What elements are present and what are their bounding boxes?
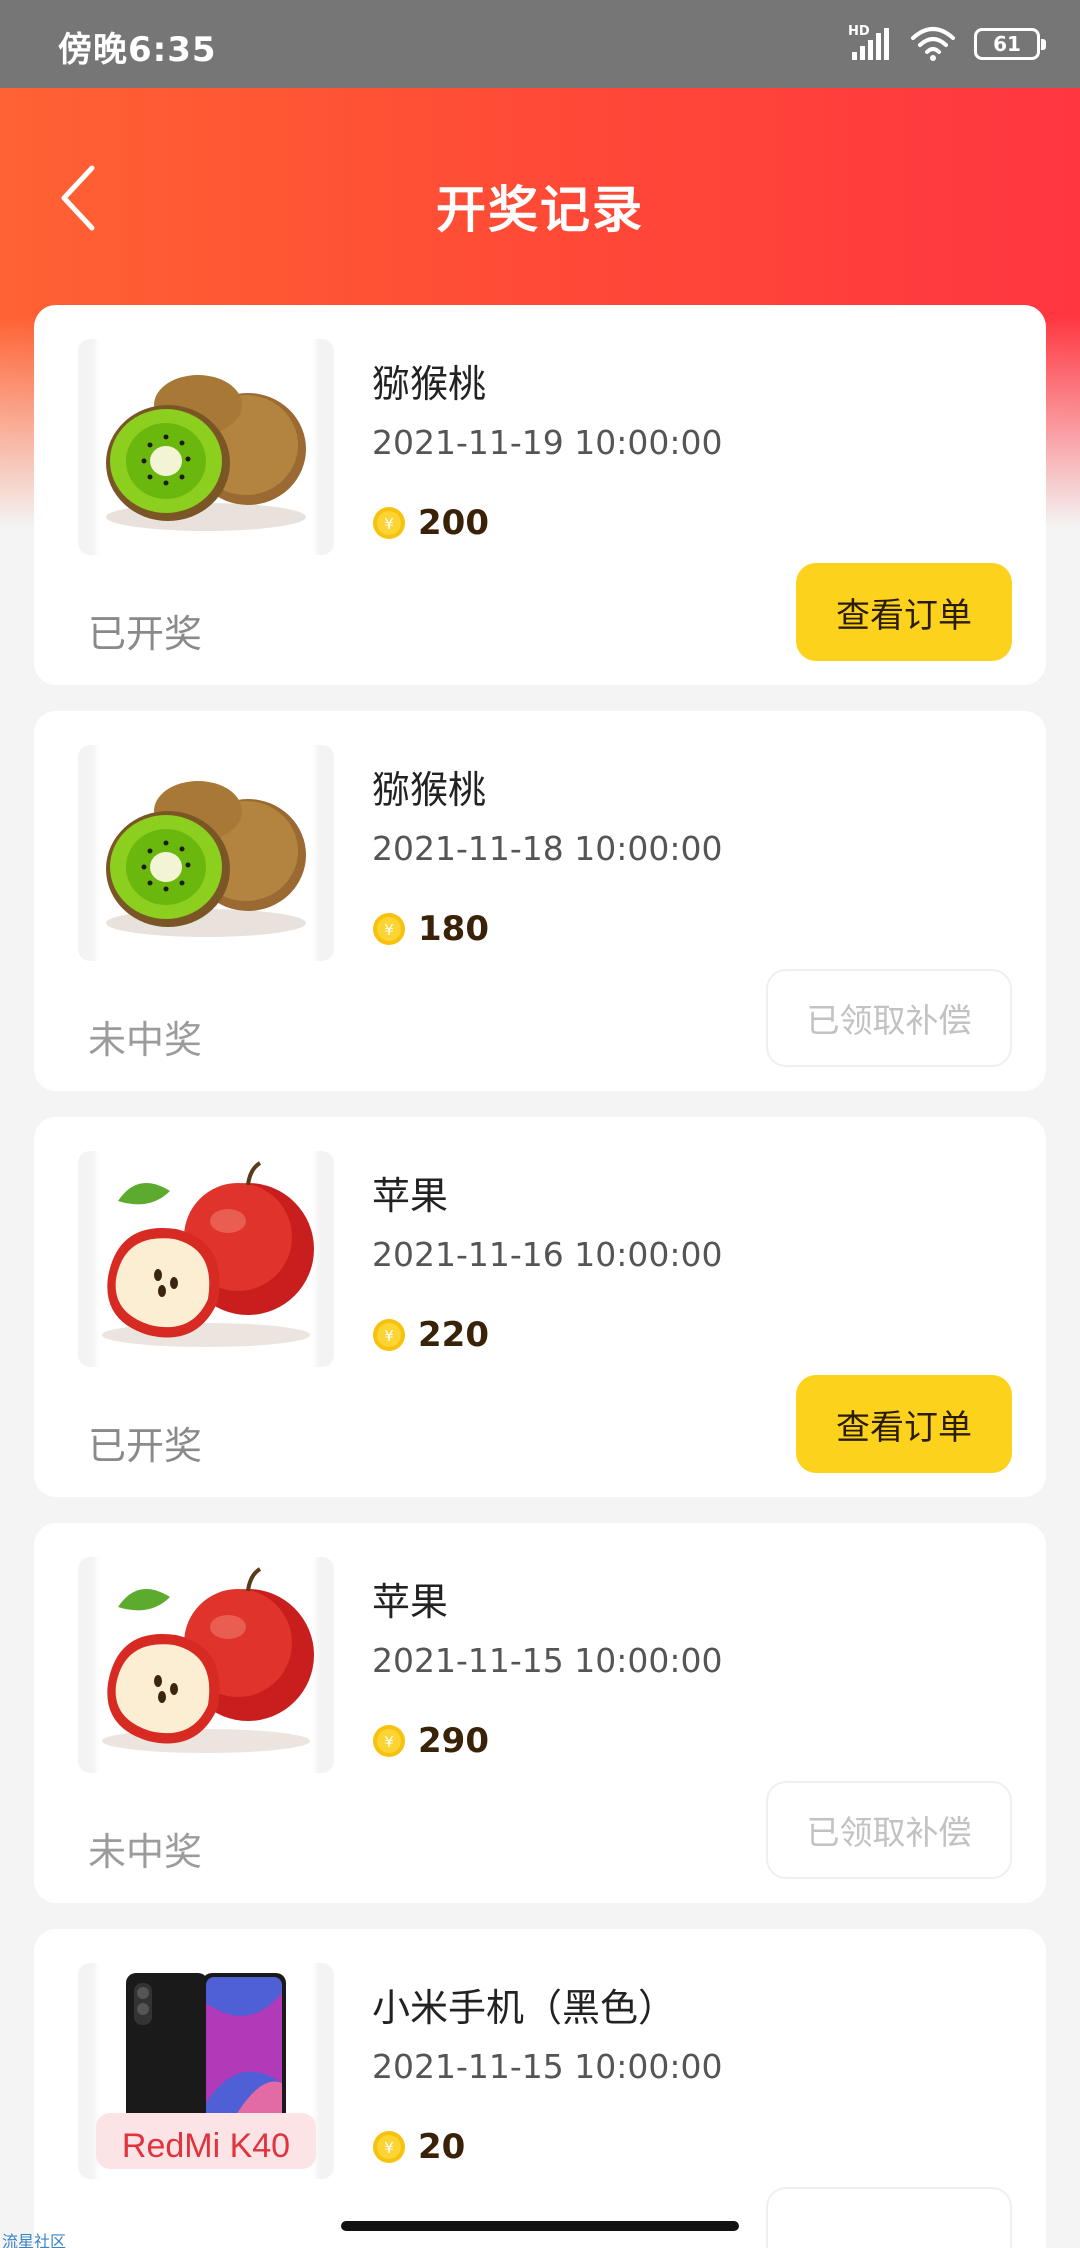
svg-text:¥: ¥ (384, 921, 394, 939)
product-name: 猕猴桃 (372, 768, 487, 812)
claimed-compensation-button[interactable]: 已领取补偿 (766, 1781, 1012, 1879)
home-indicator[interactable] (341, 2221, 739, 2231)
price-value: 220 (418, 1315, 489, 1355)
product-name: 猕猴桃 (372, 362, 487, 406)
draw-date: 2021-11-18 10:00:00 (372, 829, 723, 868)
wifi-icon (911, 27, 955, 61)
price: ¥ 20 (372, 2127, 465, 2167)
coin-icon: ¥ (373, 507, 405, 539)
view-order-button[interactable]: 查看订单 (796, 1375, 1012, 1473)
apple-image (78, 1557, 334, 1773)
price-value: 200 (418, 503, 489, 543)
draw-date: 2021-11-16 10:00:00 (372, 1235, 723, 1274)
price-value: 290 (418, 1721, 489, 1761)
record-card[interactable]: 苹果 2021-11-16 10:00:00 ¥ 220 已开奖 查看订单 (34, 1117, 1046, 1497)
status-time: 傍晚6:35 (58, 30, 217, 70)
record-card[interactable]: 猕猴桃 2021-11-19 10:00:00 ¥ 200 已开奖 查看订单 (34, 305, 1046, 685)
draw-date: 2021-11-15 10:00:00 (372, 2047, 723, 2086)
battery-level: 61 (993, 32, 1021, 56)
product-name: 小米手机（黑色） (372, 1986, 677, 2030)
price: ¥ 290 (372, 1721, 489, 1761)
coin-icon: ¥ (373, 1725, 405, 1757)
draw-status: 已开奖 (88, 1424, 203, 1468)
kiwi-image (78, 339, 334, 555)
product-name: 苹果 (372, 1580, 449, 1624)
svg-text:¥: ¥ (384, 1733, 394, 1751)
record-card[interactable]: 小米手机（黑色） 2021-11-15 10:00:00 ¥ 20 RedMi … (34, 1929, 1046, 2248)
coin-icon: ¥ (373, 913, 405, 945)
claimed-compensation-button[interactable]: 已领取补偿 (766, 969, 1012, 1067)
svg-text:¥: ¥ (384, 1327, 394, 1345)
product-name: 苹果 (372, 1174, 449, 1218)
svg-text:¥: ¥ (384, 2139, 394, 2157)
battery-icon: 61 (974, 28, 1046, 60)
record-card[interactable]: 猕猴桃 2021-11-18 10:00:00 ¥ 180 未中奖 已领取补偿 (34, 711, 1046, 1091)
page-title: 开奖记录 (436, 181, 644, 239)
action-button[interactable] (766, 2187, 1012, 2248)
price: ¥ 180 (372, 909, 489, 949)
draw-status: 未中奖 (88, 1830, 203, 1874)
status-icons: HD 61 (848, 24, 1046, 64)
network-label: HD (848, 24, 870, 39)
record-list: 猕猴桃 2021-11-19 10:00:00 ¥ 200 已开奖 查看订单 猕… (34, 305, 1046, 2248)
coin-icon: ¥ (373, 1319, 405, 1351)
watermark: 流星社区 (2, 2232, 67, 2248)
coin-icon: ¥ (373, 2131, 405, 2163)
phone-caption: RedMi K40 (121, 2127, 291, 2165)
status-bar: 傍晚6:35 HD 61 (0, 0, 1080, 88)
kiwi-image (78, 745, 334, 961)
draw-status: 未中奖 (88, 1018, 203, 1062)
price-value: 20 (418, 2127, 466, 2167)
price: ¥ 220 (372, 1315, 489, 1355)
price-value: 180 (418, 909, 489, 949)
price: ¥ 200 (372, 503, 489, 543)
draw-date: 2021-11-19 10:00:00 (372, 423, 723, 462)
nav-bar: 开奖记录 (0, 88, 1080, 308)
draw-date: 2021-11-15 10:00:00 (372, 1641, 723, 1680)
apple-image (78, 1151, 334, 1367)
signal-icon: HD (848, 24, 892, 62)
view-order-button[interactable]: 查看订单 (796, 563, 1012, 661)
draw-status: 已开奖 (88, 612, 203, 656)
svg-text:¥: ¥ (384, 515, 394, 533)
record-card[interactable]: 苹果 2021-11-15 10:00:00 ¥ 290 未中奖 已领取补偿 (34, 1523, 1046, 1903)
